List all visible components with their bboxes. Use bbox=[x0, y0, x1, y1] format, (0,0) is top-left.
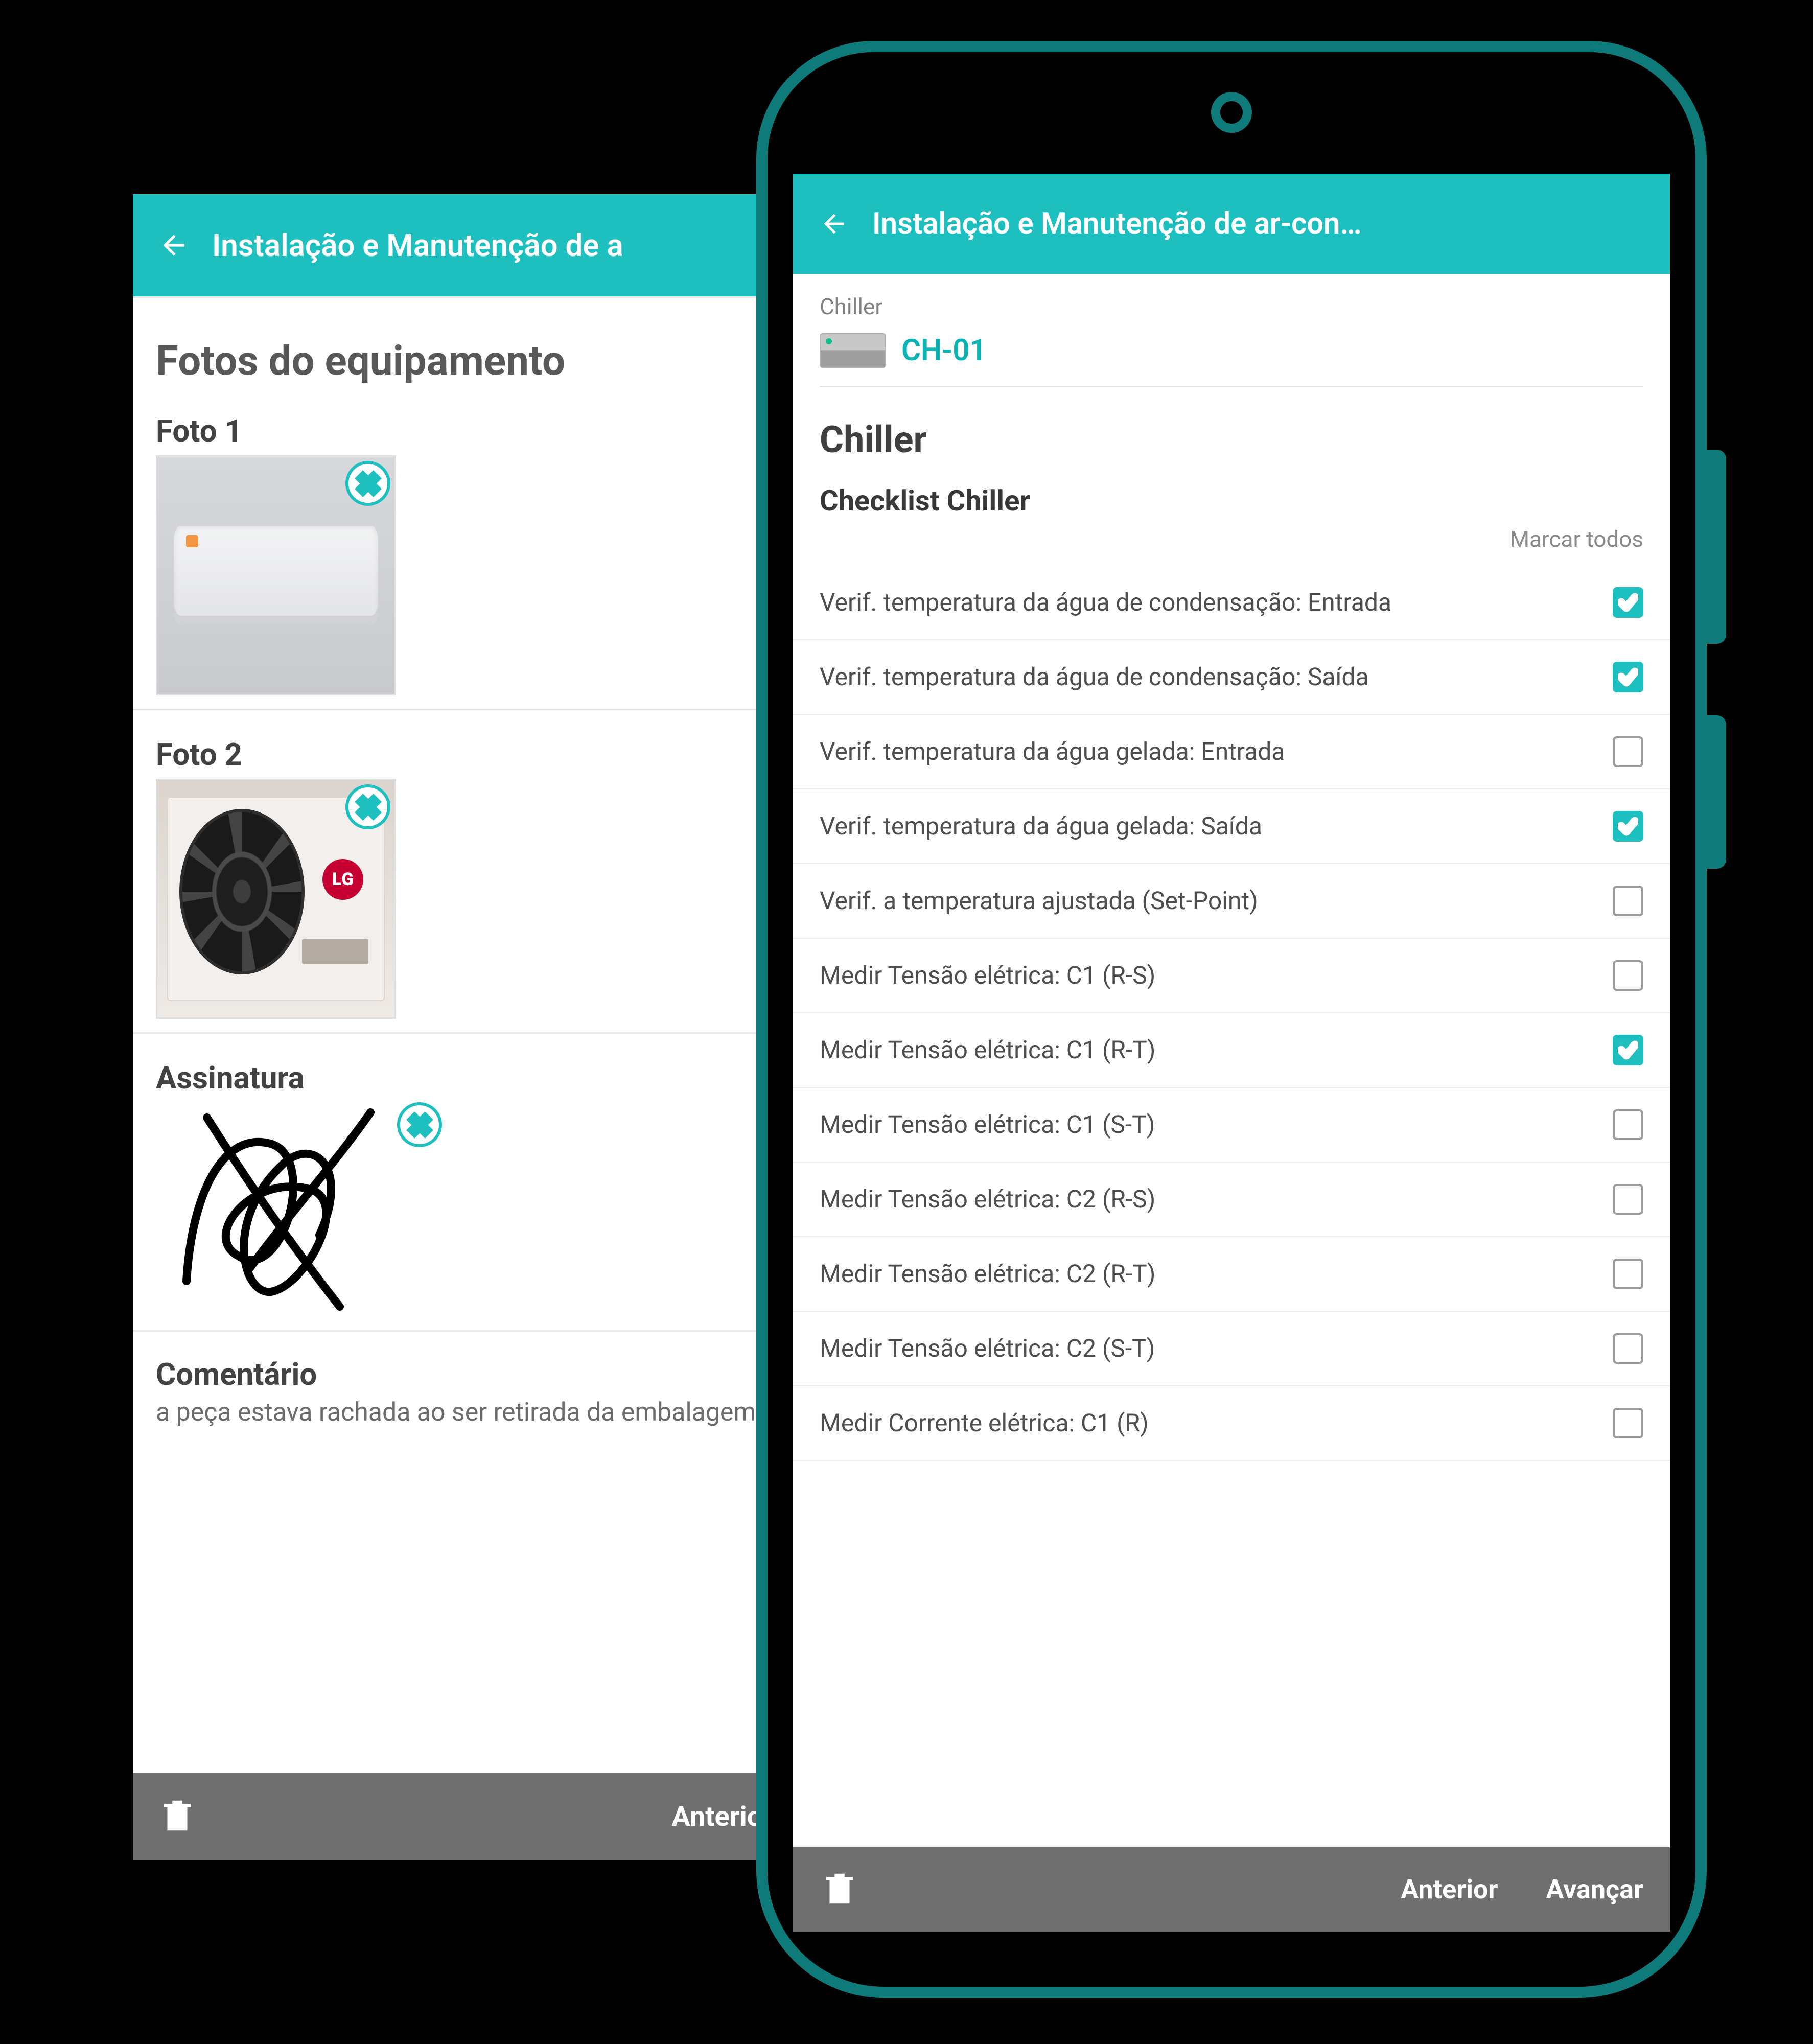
checklist-row[interactable]: Medir Tensão elétrica: C1 (R-T) bbox=[793, 1013, 1670, 1088]
checklist-item-label: Verif. temperatura da água gelada: Entra… bbox=[820, 736, 1598, 767]
equipment-id: CH-01 bbox=[901, 333, 987, 368]
checklist-row[interactable]: Verif. temperatura da água gelada: Entra… bbox=[793, 715, 1670, 789]
checkbox[interactable] bbox=[1613, 811, 1643, 842]
checklist-row[interactable]: Medir Tensão elétrica: C2 (R-T) bbox=[793, 1237, 1670, 1312]
footer-bar: Anterior Avançar bbox=[793, 1847, 1670, 1932]
checkbox[interactable] bbox=[1613, 1259, 1643, 1289]
checklist-item-label: Medir Tensão elétrica: C2 (R-S) bbox=[820, 1184, 1598, 1215]
checklist-item-label: Verif. temperatura da água de condensaçã… bbox=[820, 587, 1598, 618]
checkbox[interactable] bbox=[1613, 1184, 1643, 1215]
photo2-thumbnail[interactable]: LG bbox=[156, 779, 396, 1019]
next-button[interactable]: Avançar bbox=[1546, 1874, 1643, 1905]
checklist-item-label: Verif. a temperatura ajustada (Set-Point… bbox=[820, 886, 1598, 916]
checkbox[interactable] bbox=[1613, 1408, 1643, 1438]
checklist-item-label: Medir Tensão elétrica: C1 (R-S) bbox=[820, 960, 1598, 991]
checklist-content: Chiller CH-01 Chiller Checklist Chiller … bbox=[793, 274, 1670, 1847]
checkbox[interactable] bbox=[1613, 886, 1643, 916]
signature-label: Assinatura bbox=[156, 1060, 774, 1096]
page-title: Instalação e Manutenção de ar-con… bbox=[872, 206, 1361, 241]
comment-label: Comentário bbox=[156, 1356, 774, 1392]
remove-photo2-button[interactable] bbox=[345, 784, 390, 829]
equipment-row[interactable]: CH-01 bbox=[793, 329, 1670, 386]
checklist-item-label: Medir Tensão elétrica: C2 (S-T) bbox=[820, 1333, 1598, 1364]
screenshot-checklist: Instalação e Manutenção de ar-con… Chill… bbox=[793, 174, 1670, 1932]
equipment-thumb-icon bbox=[820, 333, 886, 368]
checklist-row[interactable]: Verif. temperatura da água de condensaçã… bbox=[793, 566, 1670, 640]
checkbox[interactable] bbox=[1613, 587, 1643, 618]
back-arrow-icon[interactable] bbox=[156, 227, 192, 263]
checkbox[interactable] bbox=[1613, 736, 1643, 767]
lg-logo: LG bbox=[322, 859, 363, 900]
checklist-row[interactable]: Medir Tensão elétrica: C2 (R-S) bbox=[793, 1163, 1670, 1237]
checklist-row[interactable]: Verif. a temperatura ajustada (Set-Point… bbox=[793, 864, 1670, 939]
page-title: Instalação e Manutenção de a bbox=[212, 227, 623, 264]
comment-text: a peça estava rachada ao ser retirada da… bbox=[156, 1397, 774, 1429]
device-side-button bbox=[1707, 715, 1726, 869]
checklist-item-label: Verif. temperatura da água gelada: Saída bbox=[820, 811, 1598, 842]
delete-button[interactable] bbox=[157, 1796, 197, 1838]
app-header: Instalação e Manutenção de a bbox=[133, 194, 797, 296]
back-arrow-icon[interactable] bbox=[816, 206, 852, 242]
section-title-photos: Fotos do equipamento bbox=[156, 311, 774, 400]
footer-bar: Anterior bbox=[133, 1773, 797, 1860]
photo1-label: Foto 1 bbox=[156, 413, 774, 449]
device-side-button bbox=[1707, 450, 1726, 644]
signature-thumbnail[interactable] bbox=[156, 1102, 442, 1317]
remove-signature-button[interactable] bbox=[397, 1102, 442, 1147]
checkbox[interactable] bbox=[1613, 1109, 1643, 1140]
checklist-row[interactable]: Medir Corrente elétrica: C1 (R) bbox=[793, 1386, 1670, 1461]
checklist-item-label: Medir Tensão elétrica: C1 (R-T) bbox=[820, 1035, 1598, 1065]
checklist-row[interactable]: Verif. temperatura da água gelada: Saída bbox=[793, 789, 1670, 864]
checklist: Verif. temperatura da água de condensaçã… bbox=[793, 566, 1670, 1461]
checklist-item-label: Medir Corrente elétrica: C1 (R) bbox=[820, 1408, 1598, 1438]
checklist-item-label: Medir Tensão elétrica: C1 (S-T) bbox=[820, 1109, 1598, 1140]
device-camera bbox=[1211, 92, 1252, 133]
device-mockup: Instalação e Manutenção de ar-con… Chill… bbox=[756, 41, 1707, 1998]
checklist-row[interactable]: Verif. temperatura da água de condensaçã… bbox=[793, 640, 1670, 715]
checkbox[interactable] bbox=[1613, 960, 1643, 991]
form-subheading: Checklist Chiller bbox=[793, 471, 1670, 520]
checklist-row[interactable]: Medir Tensão elétrica: C2 (S-T) bbox=[793, 1312, 1670, 1386]
form-heading: Chiller bbox=[793, 387, 1670, 471]
mark-all-link[interactable]: Marcar todos bbox=[793, 520, 1670, 566]
delete-button[interactable] bbox=[820, 1869, 859, 1911]
photo1-thumbnail[interactable] bbox=[156, 455, 396, 695]
photos-content: Fotos do equipamento Foto 1 Foto 2 LG As… bbox=[133, 296, 797, 1773]
photo2-label: Foto 2 bbox=[156, 736, 774, 773]
equipment-type-label: Chiller bbox=[793, 274, 1670, 329]
app-header: Instalação e Manutenção de ar-con… bbox=[793, 174, 1670, 274]
checklist-row[interactable]: Medir Tensão elétrica: C1 (R-S) bbox=[793, 939, 1670, 1013]
previous-button[interactable]: Anterior bbox=[1401, 1874, 1498, 1905]
screenshot-photos: Instalação e Manutenção de a Fotos do eq… bbox=[133, 194, 797, 1860]
checkbox[interactable] bbox=[1613, 662, 1643, 692]
remove-photo1-button[interactable] bbox=[345, 461, 390, 506]
checkbox[interactable] bbox=[1613, 1333, 1643, 1364]
checklist-row[interactable]: Medir Tensão elétrica: C1 (S-T) bbox=[793, 1088, 1670, 1163]
checklist-item-label: Medir Tensão elétrica: C2 (R-T) bbox=[820, 1259, 1598, 1289]
checklist-item-label: Verif. temperatura da água de condensaçã… bbox=[820, 662, 1598, 692]
checkbox[interactable] bbox=[1613, 1035, 1643, 1065]
